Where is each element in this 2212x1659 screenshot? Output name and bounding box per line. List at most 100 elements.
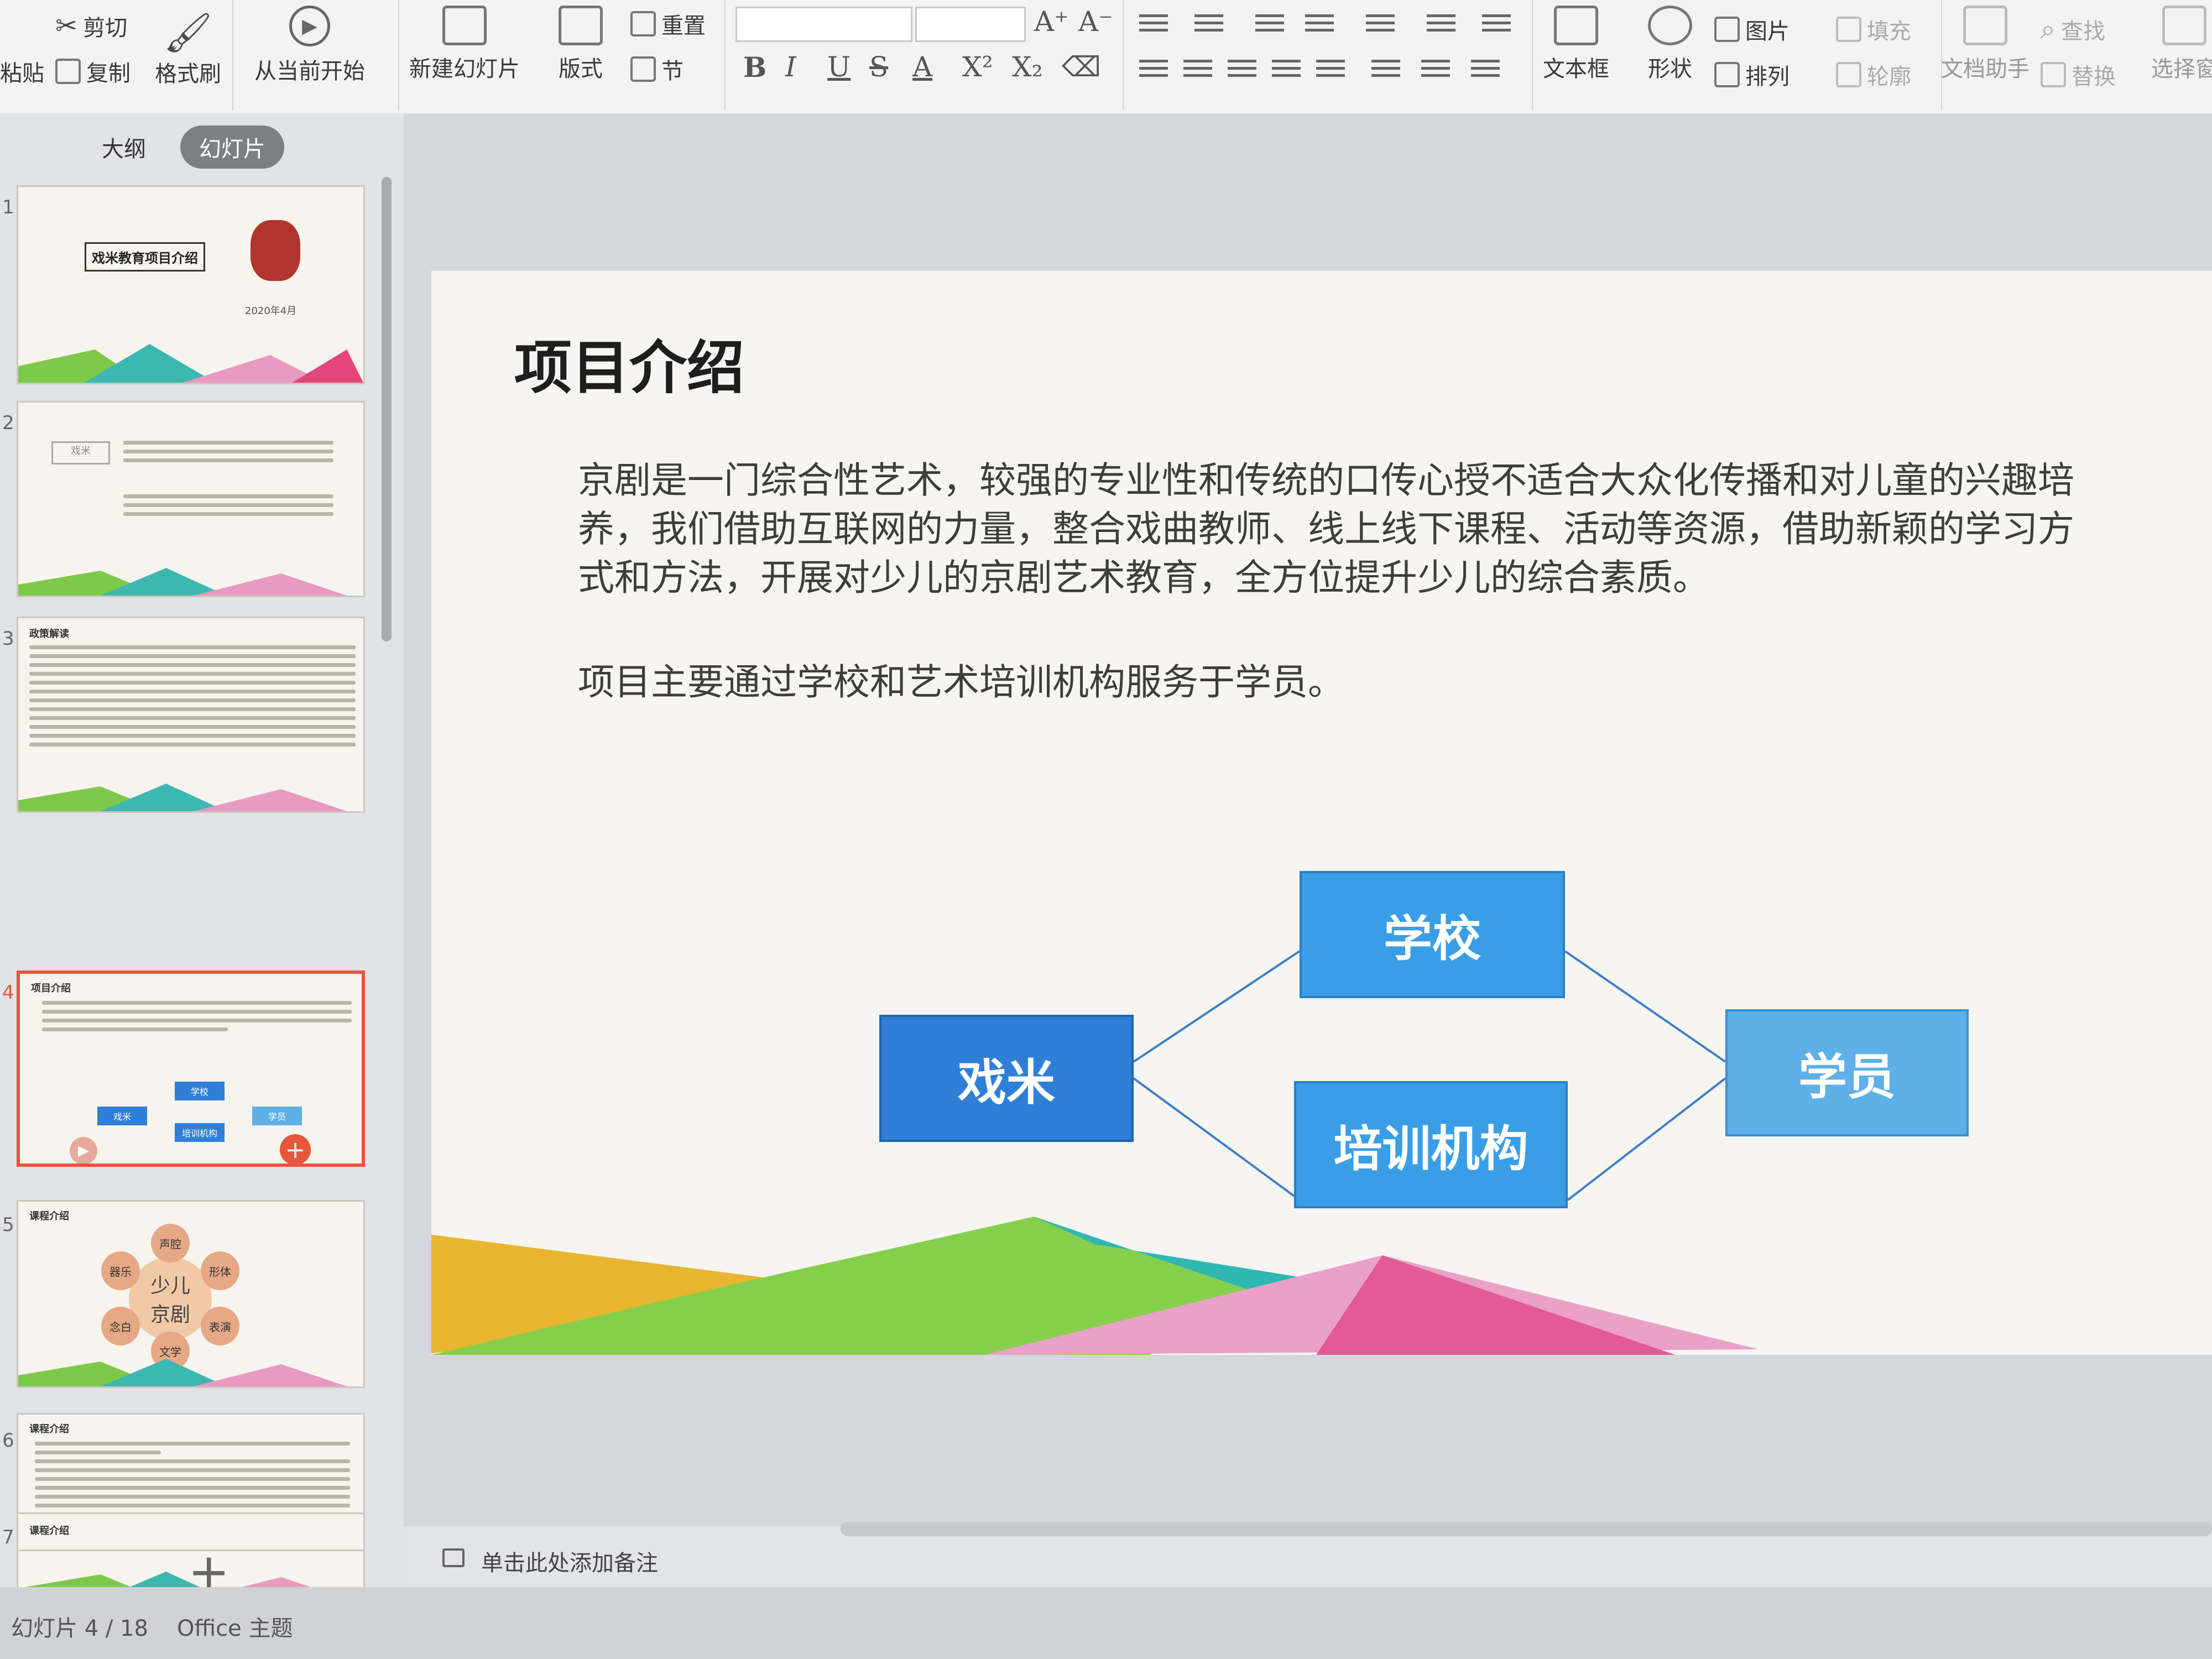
cut-button[interactable]: ✂ 剪切 [55,10,127,42]
diagram-box-training-org[interactable]: 培训机构 [1294,1081,1568,1208]
tools-group: 文档助手 ⌕ 查找 替换 选择窗 [1941,0,2212,111]
doc-assistant-label: 文档助手 [1941,56,2030,82]
columns-icon[interactable] [1371,60,1400,82]
align-right-icon[interactable] [1228,60,1256,82]
layout-button[interactable]: 版式 [559,6,603,83]
format-painter-button[interactable]: 🖌 格式刷 [155,10,221,88]
mountain-decoration [431,1217,1759,1355]
replace-button[interactable]: 替换 [2041,59,2116,91]
horizontal-scrollbar[interactable] [841,1522,2212,1536]
thumb-text-lines [29,640,356,752]
align-center-icon[interactable] [1183,60,1212,82]
slide-thumb-5[interactable]: 课程介绍 少儿 京剧 声腔 形体 表演 文学 念白 器乐 [17,1200,365,1388]
fill-icon [1836,17,1861,42]
current-slide[interactable]: 项目介绍 京剧是一门综合性艺术，较强的专业性和传统的口传心授不适合大众化传播和对… [431,271,2212,1355]
copy-button[interactable]: 复制 [55,55,131,87]
picture-button[interactable]: 图片 [1714,13,1790,45]
tab-outline[interactable]: 大纲 [83,126,165,169]
play-from-current-button[interactable]: ▶ 从当前开始 [254,6,365,85]
thumb-petal: 表演 [201,1307,239,1345]
slideshow-group: ▶ 从当前开始 [232,0,399,111]
thumb-petal: 声腔 [151,1224,190,1262]
strikethrough-button[interactable]: S [869,51,888,83]
play-slide-icon[interactable]: ▶ [70,1137,97,1164]
clipboard-group: 粘贴 ✂ 剪切 复制 🖌 格式刷 [0,0,233,111]
line-spacing-icon[interactable] [1482,14,1511,36]
select-pane-button[interactable]: 选择窗 [2151,6,2212,83]
font-size-select[interactable] [915,7,1026,42]
thumb-title: 课程介绍 [29,1525,69,1537]
superscript-button[interactable]: X² [962,51,993,83]
thumb-box-training: 培训机构 [175,1123,225,1142]
shape-label: 形状 [1648,56,1692,82]
align-left-icon[interactable] [1139,60,1168,82]
thumbnail-scrollbar[interactable] [382,177,392,641]
textbox-button[interactable]: 文本框 [1543,6,1609,83]
subscript-button[interactable]: X₂ [1012,51,1043,83]
reset-button[interactable]: 重置 [630,8,706,40]
numbering-icon[interactable] [1194,14,1223,36]
find-button[interactable]: ⌕ 查找 [2041,13,2105,45]
diagram-box-school[interactable]: 学校 [1300,871,1565,998]
slide-thumb-2[interactable]: 戏米 [17,401,365,597]
select-pane-label: 选择窗 [2151,56,2212,82]
thumb-title: 项目介绍 [31,983,71,994]
font-group: A⁺ A⁻ B I U S A X² X₂ ⌫ [724,0,1124,111]
doc-assistant-button[interactable]: 文档助手 [1941,6,2030,83]
spacing-icon[interactable] [1421,60,1450,82]
outline-button[interactable]: 轮廓 [1836,59,1911,91]
underline-button[interactable]: U [827,51,851,83]
theme-name: Office 主题 [177,1616,293,1641]
italic-button[interactable]: I [785,51,796,83]
section-button[interactable]: 节 [630,53,684,85]
diagram-box-ximi[interactable]: 戏米 [879,1015,1134,1142]
bold-button[interactable]: B [743,51,766,84]
outline-label: 轮廓 [1867,64,1911,90]
slide-counter: 幻灯片 4 / 18 [11,1616,148,1641]
paragraph-settings-icon[interactable] [1471,60,1500,82]
bullets-icon[interactable] [1139,14,1168,36]
font-name-select[interactable] [735,7,912,42]
align-text-icon[interactable] [1427,14,1455,36]
shape-button[interactable]: 形状 [1648,6,1692,83]
thumb-box-school: 学校 [175,1082,225,1100]
picture-label: 图片 [1745,19,1790,44]
thumb-box-student: 学员 [252,1107,302,1125]
tab-slides[interactable]: 幻灯片 [180,126,284,169]
text-direction-icon[interactable] [1366,14,1395,36]
reset-icon [630,11,656,36]
arrange-button[interactable]: 排列 [1714,59,1790,91]
shrink-font-button[interactable]: A⁻ [1078,6,1113,38]
cut-label: 剪切 [83,15,128,41]
mountain-decoration [18,1359,347,1386]
new-slide-icon [442,6,487,45]
justify-icon[interactable] [1272,60,1301,82]
fill-button[interactable]: 填充 [1836,13,1911,45]
thumb-number: 2 [2,412,14,434]
thumb-petal: 念白 [101,1307,140,1345]
replace-icon [2041,62,2066,87]
add-slide-plus-icon[interactable]: + [280,1134,311,1164]
slide-thumb-4[interactable]: 项目介绍 学校 戏米 培训机构 学员 + ▶ [17,971,365,1167]
indent-decrease-icon[interactable] [1255,14,1284,36]
grow-font-button[interactable]: A⁺ [1034,6,1069,38]
new-slide-button[interactable]: 新建幻灯片 [409,6,520,83]
diagram-box-student[interactable]: 学员 [1725,1009,1969,1136]
paste-button[interactable]: 粘贴 [0,55,44,87]
slide-thumb-1[interactable]: 戏米教育项目介绍 2020年4月 [17,185,365,384]
section-icon [630,56,656,82]
font-color-button[interactable]: A [912,51,932,83]
clear-format-icon[interactable]: ⌫ [1062,51,1101,83]
distribute-icon[interactable] [1316,60,1345,82]
thumb-number: 6 [2,1430,14,1452]
thumb-center-circle: 少儿 京剧 [129,1257,212,1340]
thumb-text-lines [35,1437,350,1521]
thumb-title: 课程介绍 [29,1211,69,1222]
thumb-number: 3 [2,628,14,650]
slide-thumb-3[interactable]: 政策解读 [17,617,365,813]
format-painter-label: 格式刷 [155,61,221,87]
picture-icon [1714,17,1740,42]
thumb-number: 1 [2,196,14,218]
indent-increase-icon[interactable] [1305,14,1334,36]
notes-placeholder[interactable]: 单击此处添加备注 [481,1545,658,1577]
